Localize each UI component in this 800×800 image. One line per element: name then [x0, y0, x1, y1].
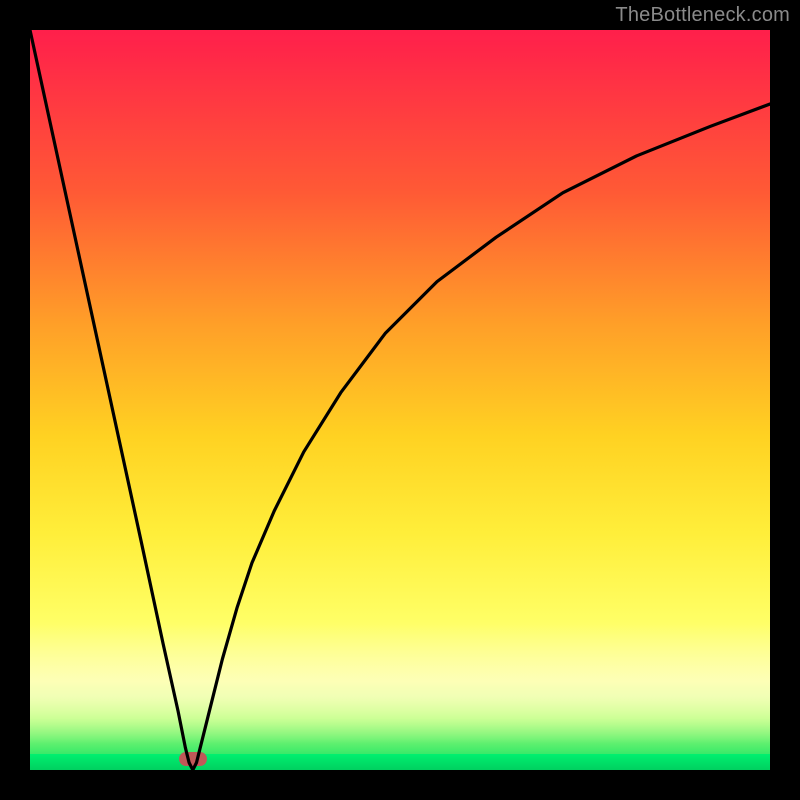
- green-baseline-band: [30, 754, 770, 770]
- plot-area: [30, 30, 770, 770]
- chart-frame: TheBottleneck.com: [0, 0, 800, 800]
- bottleneck-marker: [179, 752, 207, 766]
- light-haze-band: [30, 624, 770, 744]
- curve-svg: [30, 30, 770, 770]
- curve-line: [30, 30, 770, 770]
- watermark-text: TheBottleneck.com: [615, 4, 790, 27]
